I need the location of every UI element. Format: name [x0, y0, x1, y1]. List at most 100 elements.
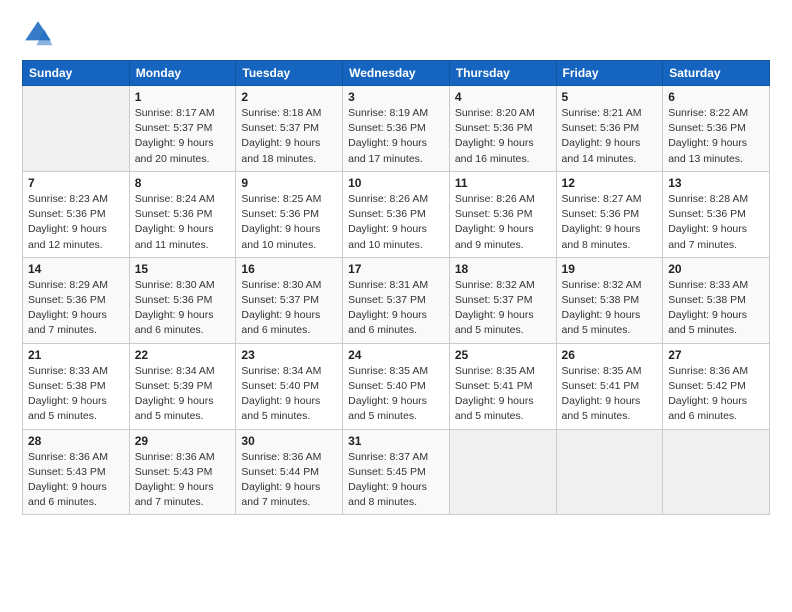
day-info: Sunrise: 8:36 AM Sunset: 5:43 PM Dayligh…	[135, 450, 231, 511]
day-number: 28	[28, 434, 124, 448]
day-info: Sunrise: 8:21 AM Sunset: 5:36 PM Dayligh…	[562, 106, 658, 167]
calendar-cell	[23, 86, 130, 172]
day-number: 15	[135, 262, 231, 276]
calendar-cell: 26 Sunrise: 8:35 AM Sunset: 5:41 PM Dayli…	[556, 343, 663, 429]
day-number: 16	[241, 262, 337, 276]
day-info: Sunrise: 8:35 AM Sunset: 5:41 PM Dayligh…	[562, 364, 658, 425]
day-info: Sunrise: 8:19 AM Sunset: 5:36 PM Dayligh…	[348, 106, 444, 167]
weekday-header: Wednesday	[343, 61, 450, 86]
calendar-cell	[663, 429, 770, 515]
calendar-cell: 5 Sunrise: 8:21 AM Sunset: 5:36 PM Daylig…	[556, 86, 663, 172]
calendar-cell: 2 Sunrise: 8:18 AM Sunset: 5:37 PM Daylig…	[236, 86, 343, 172]
day-info: Sunrise: 8:17 AM Sunset: 5:37 PM Dayligh…	[135, 106, 231, 167]
day-number: 23	[241, 348, 337, 362]
weekday-header: Friday	[556, 61, 663, 86]
day-number: 14	[28, 262, 124, 276]
weekday-header: Saturday	[663, 61, 770, 86]
day-info: Sunrise: 8:36 AM Sunset: 5:43 PM Dayligh…	[28, 450, 124, 511]
header	[22, 18, 770, 50]
calendar-cell: 10Sunrise: 8:26 AM Sunset: 5:36 PM Dayli…	[343, 171, 450, 257]
day-info: Sunrise: 8:30 AM Sunset: 5:37 PM Dayligh…	[241, 278, 337, 339]
calendar-cell: 21 Sunrise: 8:33 AM Sunset: 5:38 PM Dayli…	[23, 343, 130, 429]
calendar-cell: 3 Sunrise: 8:19 AM Sunset: 5:36 PM Daylig…	[343, 86, 450, 172]
weekday-header: Monday	[129, 61, 236, 86]
day-number: 29	[135, 434, 231, 448]
day-info: Sunrise: 8:29 AM Sunset: 5:36 PM Dayligh…	[28, 278, 124, 339]
calendar-cell: 30 Sunrise: 8:36 AM Sunset: 5:44 PM Dayli…	[236, 429, 343, 515]
day-info: Sunrise: 8:35 AM Sunset: 5:40 PM Dayligh…	[348, 364, 444, 425]
day-number: 30	[241, 434, 337, 448]
day-number: 26	[562, 348, 658, 362]
calendar: SundayMondayTuesdayWednesdayThursdayFrid…	[22, 60, 770, 515]
calendar-cell: 24Sunrise: 8:35 AM Sunset: 5:40 PM Dayli…	[343, 343, 450, 429]
day-info: Sunrise: 8:22 AM Sunset: 5:36 PM Dayligh…	[668, 106, 764, 167]
calendar-week: 7 Sunrise: 8:23 AM Sunset: 5:36 PM Daylig…	[23, 171, 770, 257]
calendar-cell: 9 Sunrise: 8:25 AM Sunset: 5:36 PM Daylig…	[236, 171, 343, 257]
day-number: 19	[562, 262, 658, 276]
day-info: Sunrise: 8:32 AM Sunset: 5:38 PM Dayligh…	[562, 278, 658, 339]
day-info: Sunrise: 8:25 AM Sunset: 5:36 PM Dayligh…	[241, 192, 337, 253]
day-info: Sunrise: 8:36 AM Sunset: 5:44 PM Dayligh…	[241, 450, 337, 511]
calendar-body: 1 Sunrise: 8:17 AM Sunset: 5:37 PM Daylig…	[23, 86, 770, 515]
day-info: Sunrise: 8:31 AM Sunset: 5:37 PM Dayligh…	[348, 278, 444, 339]
day-info: Sunrise: 8:34 AM Sunset: 5:39 PM Dayligh…	[135, 364, 231, 425]
day-info: Sunrise: 8:27 AM Sunset: 5:36 PM Dayligh…	[562, 192, 658, 253]
calendar-cell: 1 Sunrise: 8:17 AM Sunset: 5:37 PM Daylig…	[129, 86, 236, 172]
day-info: Sunrise: 8:20 AM Sunset: 5:36 PM Dayligh…	[455, 106, 551, 167]
calendar-cell: 15Sunrise: 8:30 AM Sunset: 5:36 PM Dayli…	[129, 257, 236, 343]
day-number: 20	[668, 262, 764, 276]
calendar-cell: 18 Sunrise: 8:32 AM Sunset: 5:37 PM Dayli…	[449, 257, 556, 343]
day-info: Sunrise: 8:33 AM Sunset: 5:38 PM Dayligh…	[668, 278, 764, 339]
calendar-cell: 31Sunrise: 8:37 AM Sunset: 5:45 PM Dayli…	[343, 429, 450, 515]
calendar-week: 14 Sunrise: 8:29 AM Sunset: 5:36 PM Dayli…	[23, 257, 770, 343]
calendar-cell: 20 Sunrise: 8:33 AM Sunset: 5:38 PM Dayli…	[663, 257, 770, 343]
day-number: 11	[455, 176, 551, 190]
day-info: Sunrise: 8:35 AM Sunset: 5:41 PM Dayligh…	[455, 364, 551, 425]
calendar-cell: 25 Sunrise: 8:35 AM Sunset: 5:41 PM Dayli…	[449, 343, 556, 429]
calendar-week: 1 Sunrise: 8:17 AM Sunset: 5:37 PM Daylig…	[23, 86, 770, 172]
day-info: Sunrise: 8:32 AM Sunset: 5:37 PM Dayligh…	[455, 278, 551, 339]
calendar-cell: 14 Sunrise: 8:29 AM Sunset: 5:36 PM Dayli…	[23, 257, 130, 343]
day-number: 5	[562, 90, 658, 104]
day-number: 2	[241, 90, 337, 104]
day-number: 1	[135, 90, 231, 104]
day-number: 18	[455, 262, 551, 276]
calendar-cell: 8 Sunrise: 8:24 AM Sunset: 5:36 PM Daylig…	[129, 171, 236, 257]
calendar-cell: 23 Sunrise: 8:34 AM Sunset: 5:40 PM Dayli…	[236, 343, 343, 429]
weekday-row: SundayMondayTuesdayWednesdayThursdayFrid…	[23, 61, 770, 86]
day-number: 8	[135, 176, 231, 190]
day-info: Sunrise: 8:23 AM Sunset: 5:36 PM Dayligh…	[28, 192, 124, 253]
day-number: 3	[348, 90, 444, 104]
page: SundayMondayTuesdayWednesdayThursdayFrid…	[0, 0, 792, 612]
day-info: Sunrise: 8:33 AM Sunset: 5:38 PM Dayligh…	[28, 364, 124, 425]
day-number: 21	[28, 348, 124, 362]
calendar-cell	[556, 429, 663, 515]
calendar-cell: 19 Sunrise: 8:32 AM Sunset: 5:38 PM Dayli…	[556, 257, 663, 343]
weekday-header: Thursday	[449, 61, 556, 86]
day-number: 9	[241, 176, 337, 190]
day-number: 31	[348, 434, 444, 448]
calendar-cell: 22Sunrise: 8:34 AM Sunset: 5:39 PM Dayli…	[129, 343, 236, 429]
day-number: 27	[668, 348, 764, 362]
calendar-cell: 16 Sunrise: 8:30 AM Sunset: 5:37 PM Dayli…	[236, 257, 343, 343]
day-number: 4	[455, 90, 551, 104]
calendar-header: SundayMondayTuesdayWednesdayThursdayFrid…	[23, 61, 770, 86]
calendar-cell: 4 Sunrise: 8:20 AM Sunset: 5:36 PM Daylig…	[449, 86, 556, 172]
day-info: Sunrise: 8:34 AM Sunset: 5:40 PM Dayligh…	[241, 364, 337, 425]
logo-icon	[22, 18, 54, 50]
calendar-cell: 11 Sunrise: 8:26 AM Sunset: 5:36 PM Dayli…	[449, 171, 556, 257]
calendar-cell: 27Sunrise: 8:36 AM Sunset: 5:42 PM Dayli…	[663, 343, 770, 429]
day-number: 7	[28, 176, 124, 190]
day-info: Sunrise: 8:18 AM Sunset: 5:37 PM Dayligh…	[241, 106, 337, 167]
day-info: Sunrise: 8:28 AM Sunset: 5:36 PM Dayligh…	[668, 192, 764, 253]
day-number: 25	[455, 348, 551, 362]
calendar-cell: 28 Sunrise: 8:36 AM Sunset: 5:43 PM Dayli…	[23, 429, 130, 515]
day-info: Sunrise: 8:26 AM Sunset: 5:36 PM Dayligh…	[455, 192, 551, 253]
calendar-week: 28 Sunrise: 8:36 AM Sunset: 5:43 PM Dayli…	[23, 429, 770, 515]
calendar-cell: 6Sunrise: 8:22 AM Sunset: 5:36 PM Daylig…	[663, 86, 770, 172]
weekday-header: Sunday	[23, 61, 130, 86]
calendar-week: 21 Sunrise: 8:33 AM Sunset: 5:38 PM Dayli…	[23, 343, 770, 429]
day-info: Sunrise: 8:24 AM Sunset: 5:36 PM Dayligh…	[135, 192, 231, 253]
day-info: Sunrise: 8:26 AM Sunset: 5:36 PM Dayligh…	[348, 192, 444, 253]
calendar-cell: 12Sunrise: 8:27 AM Sunset: 5:36 PM Dayli…	[556, 171, 663, 257]
